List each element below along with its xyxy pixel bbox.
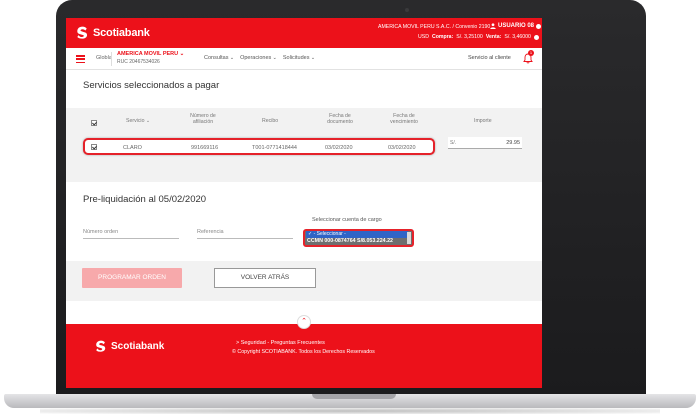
company-selector-label: AMERICA MOVIL PERU [117,51,179,57]
select-scrollbar[interactable] [407,232,411,244]
footer-logo[interactable]: Scotiabank [95,340,164,352]
support-link[interactable]: Servicio al cliente [468,55,511,61]
select-option-default[interactable]: ✓ - Seleccionar - [306,231,408,238]
numero-orden-field[interactable]: Número orden [83,227,179,239]
menu-consultas[interactable]: Consultas [204,55,234,61]
camera-dot [405,8,409,12]
cuenta-cargo-select[interactable]: ✓ - Seleccionar - CCMN 000-0874764 S/8.0… [303,229,414,247]
importe-input[interactable]: S/. 29.95 [448,137,522,149]
menu-operaciones[interactable]: Operaciones [240,55,277,61]
company-selector[interactable]: AMERICA MOVIL PERU ⌄ [117,51,184,57]
exchange-rates: USD Compra: S/. 3,25100 Venta: S/. 3,460… [418,34,539,40]
company-convenio: AMERICA MOVIL PERU S.A.C. / Convenio 219… [378,24,491,30]
select-option-account[interactable]: CCMN 000-0874764 S/8.053.224.22 [307,238,393,245]
laptop-base [4,394,696,408]
importe-value: 29.95 [506,140,520,146]
col-importe: Importe [474,118,492,124]
programar-orden-button[interactable]: PROGRAMAR ORDEN [82,268,182,288]
scotiabank-logo-icon [96,340,106,352]
user-menu[interactable]: USUARIO 08 [490,23,542,29]
laptop-shadow [40,408,660,414]
nav-bar: Globla AMERICA MOVIL PERU ⌄ RUC 20467534… [66,48,542,70]
scotiabank-logo[interactable]: Scotiabank [76,26,150,39]
currency-label: USD [418,34,429,40]
app-screen: Scotiabank AMERICA MOVIL PERU S.A.C. / C… [66,18,542,388]
importe-currency: S/. [450,140,457,146]
laptop-screen-bezel: Scotiabank AMERICA MOVIL PERU S.A.C. / C… [56,0,646,394]
select-all-checkbox[interactable] [91,120,97,126]
main-menu: Consultas Operaciones Solicitudes [204,55,315,61]
user-label: USUARIO 08 [498,23,535,29]
col-fecha-vencimiento: Fecha de vencimiento [390,113,418,125]
numero-orden-placeholder: Número orden [83,229,119,235]
global-link[interactable]: Globla [96,55,112,61]
divider [111,52,112,66]
col-fecha-documento: Fecha de documento [327,113,353,125]
notification-badge: 1 [528,50,534,56]
cell-fecha-documento: 03/02/2020 [325,145,353,151]
preliquidacion-title: Pre-liquidación al 05/02/2020 [83,194,207,205]
cell-servicio: CLARO [123,145,142,151]
user-icon [490,23,496,29]
menu-solicitudes[interactable]: Solicitudes [283,55,315,61]
compra-value: S/. 3,25100 [456,34,483,40]
cell-recibo: T001-0771418444 [252,145,297,151]
rates-info-icon[interactable] [533,34,539,40]
row-checkbox[interactable] [91,144,97,150]
referencia-placeholder: Referencia [197,229,224,235]
table-row[interactable]: CLARO 991669116 T001-0771418444 03/02/20… [83,138,435,155]
referencia-field[interactable]: Referencia [197,227,293,239]
col-afiliacion: Número de afiliación [190,113,216,125]
footer-logo-text: Scotiabank [111,340,165,352]
logo-text: Scotiabank [93,26,150,39]
footer: Scotiabank > Seguridad - Preguntas Frecu… [66,324,542,388]
ruc-number: RUC 20467534026 [117,59,160,65]
scroll-top-button[interactable]: ⌃ [297,315,311,329]
volver-atras-button[interactable]: VOLVER ATRÁS [214,268,316,288]
scotiabank-logo-icon [77,26,88,39]
laptop-notch [312,394,396,399]
info-icon[interactable] [536,23,542,29]
compra-label: Compra: [431,34,454,40]
copyright: © Copyright SCOTIABANK. Todos los Derech… [232,349,375,355]
col-recibo: Recibo [262,118,279,124]
footer-links[interactable]: > Seguridad - Preguntas Frecuentes [236,340,325,346]
top-header: Scotiabank AMERICA MOVIL PERU S.A.C. / C… [66,18,542,48]
venta-value: S/. 3,46000 [504,34,531,40]
cell-fecha-vencimiento: 03/02/2020 [388,145,416,151]
cell-afiliacion: 991669116 [191,145,219,151]
col-servicio[interactable]: Servicio ⌄ [126,118,150,124]
hamburger-menu-icon[interactable] [76,55,85,63]
page-title: Servicios seleccionados a pagar [83,80,220,91]
venta-label: Venta: [485,34,502,40]
cuenta-cargo-label: Seleccionar cuenta de cargo [312,217,382,223]
